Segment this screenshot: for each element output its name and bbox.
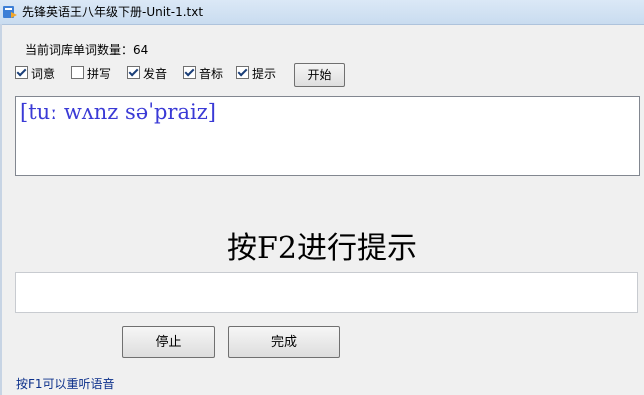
option-phonetic-checkbox[interactable]: 音标 [183, 66, 223, 82]
option-phonetic-label: 音标 [199, 67, 224, 81]
start-button[interactable]: 开始 [294, 63, 345, 87]
done-button[interactable]: 完成 [228, 326, 340, 358]
option-hint-checkbox[interactable]: 提示 [236, 66, 276, 82]
checkbox-phonetic-box[interactable] [183, 66, 196, 79]
window-border [0, 24, 2, 395]
option-spelling-checkbox[interactable]: 拼写 [71, 66, 111, 82]
option-hint-label: 提示 [252, 67, 277, 81]
title-bar: 先锋英语王八年级下册-Unit-1.txt [0, 0, 644, 25]
option-spelling-label: 拼写 [87, 67, 112, 81]
phonetic-text: [tuː wʌnz səˈpraiz] [20, 100, 216, 124]
option-pronunciation-checkbox[interactable]: 发音 [127, 66, 167, 82]
phonetic-display: [tuː wʌnz səˈpraiz] [15, 96, 640, 176]
checkbox-spelling-box[interactable] [71, 66, 84, 79]
footer-tip: 按F1可以重听语音 [16, 377, 115, 391]
app-icon [2, 4, 18, 20]
stop-button[interactable]: 停止 [122, 326, 215, 358]
word-count-label: 当前词库单词数量：64 [25, 43, 149, 57]
hint-prompt: 按F2进行提示 [227, 231, 417, 266]
checkbox-pronunciation-box[interactable] [127, 66, 140, 79]
checkbox-hint-box[interactable] [236, 66, 249, 79]
option-pronunciation-label: 发音 [143, 67, 168, 81]
checkbox-meaning-box[interactable] [15, 66, 28, 79]
window-title: 先锋英语王八年级下册-Unit-1.txt [22, 5, 204, 19]
answer-input[interactable] [15, 272, 638, 313]
option-meaning-label: 词意 [31, 67, 56, 81]
option-meaning-checkbox[interactable]: 词意 [15, 66, 55, 82]
